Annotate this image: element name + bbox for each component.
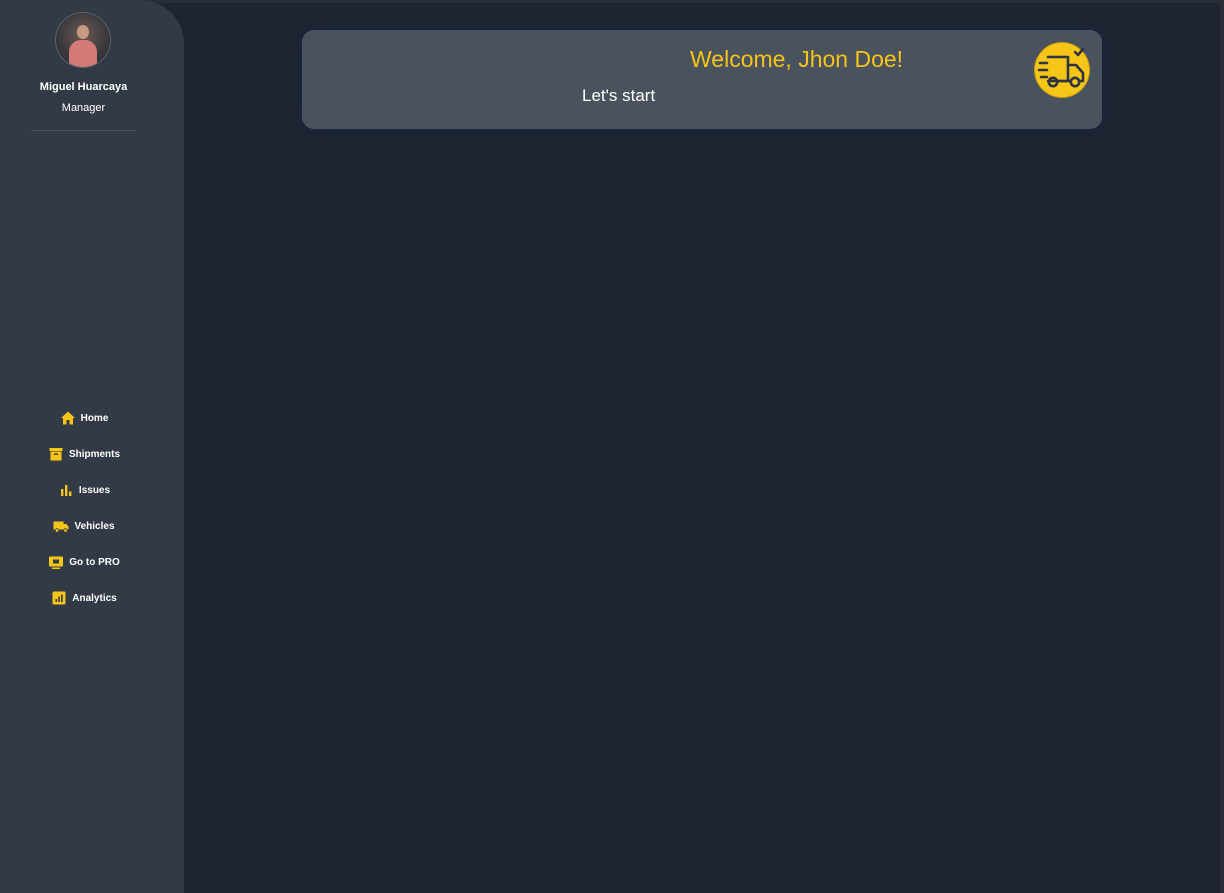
window-right-border <box>1220 0 1224 893</box>
archive-box-icon <box>48 446 64 462</box>
sidebar-item-go-to-pro[interactable]: Go to PRO <box>0 544 184 580</box>
sidebar-item-analytics[interactable]: Analytics <box>0 580 184 616</box>
sidebar-item-home[interactable]: Home <box>0 400 184 436</box>
sidebar-nav: Home Shipments Issues Vehicles Go to PRO… <box>0 400 184 616</box>
welcome-card: Welcome, Jhon Doe! Let's start <box>302 30 1102 129</box>
sidebar-item-shipments[interactable]: Shipments <box>0 436 184 472</box>
avatar-body <box>69 40 97 67</box>
sidebar: Miguel Huarcaya Manager Home Shipments I… <box>0 0 184 893</box>
sidebar-item-vehicles[interactable]: Vehicles <box>0 508 184 544</box>
fast-delivery-truck-icon <box>1035 43 1089 97</box>
home-icon <box>60 410 76 426</box>
sidebar-item-label: Analytics <box>72 592 117 604</box>
welcome-subtitle: Let's start <box>582 86 656 105</box>
bar-chart-icon <box>58 482 74 498</box>
sidebar-item-label: Issues <box>78 484 111 496</box>
sidebar-item-label: Vehicles <box>74 520 115 532</box>
user-name: Miguel Huarcaya <box>39 81 128 93</box>
truck-icon <box>53 518 69 534</box>
avatar-head <box>77 25 89 39</box>
sidebar-item-label: Go to PRO <box>69 556 120 568</box>
sidebar-item-label: Shipments <box>68 448 121 460</box>
welcome-title: Welcome, Jhon Doe! <box>690 46 904 72</box>
monitor-icon <box>48 554 64 570</box>
sidebar-divider <box>31 130 136 131</box>
sidebar-item-label: Home <box>80 412 109 424</box>
sidebar-item-issues[interactable]: Issues <box>0 472 184 508</box>
window-top-border <box>0 0 1224 3</box>
analytics-icon <box>51 590 67 606</box>
avatar[interactable] <box>56 13 110 67</box>
user-role: Manager <box>61 102 106 114</box>
app-root: Miguel Huarcaya Manager Home Shipments I… <box>0 0 1224 893</box>
